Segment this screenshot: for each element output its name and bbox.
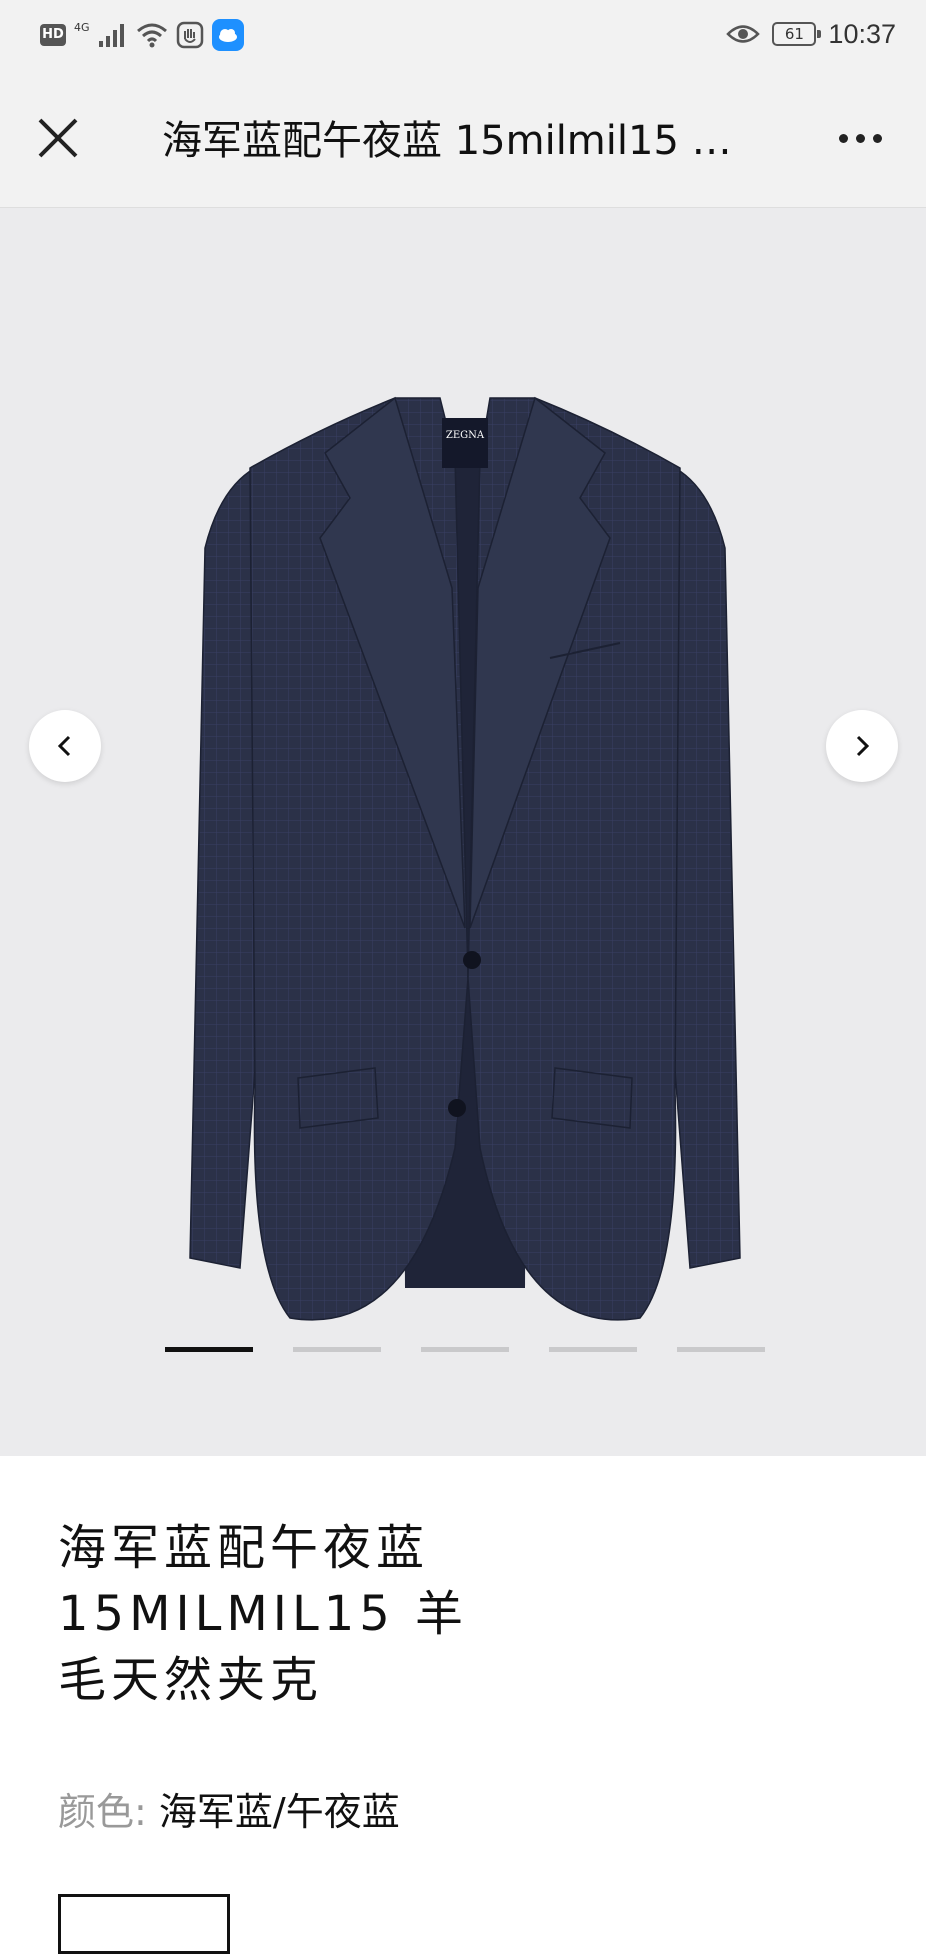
color-value: 海军蓝/午夜蓝 (158, 1790, 400, 1834)
status-left: HD 4G (40, 18, 244, 52)
weather-icon (211, 19, 244, 51)
next-image-button[interactable] (826, 710, 898, 782)
product-image: ZEGNA (189, 396, 741, 1321)
chevron-right-icon (856, 735, 870, 757)
color-label: 颜色: (58, 1790, 147, 1834)
pagination-dot-4[interactable] (549, 1347, 637, 1352)
wifi-icon (136, 22, 168, 48)
battery-level: 61 (784, 25, 804, 43)
signal-icon (98, 23, 128, 47)
product-title: 海军蓝配午夜蓝 15MILMIL15 羊 毛天然夹克 (58, 1515, 618, 1713)
product-title-line: 毛天然夹克 (58, 1652, 324, 1708)
prev-image-button[interactable] (29, 710, 101, 782)
chevron-left-icon (57, 735, 71, 757)
nav-bar: 海军蓝配午夜蓝 15milmil15 羊毛天然夹克 (0, 70, 926, 208)
pagination-dot-3[interactable] (421, 1347, 509, 1352)
product-title-line: 15MILMIL15 羊 (58, 1586, 469, 1642)
clock: 10:37 (828, 18, 896, 49)
more-icon (838, 133, 882, 143)
pagination-dot-5[interactable] (677, 1347, 765, 1352)
color-swatch[interactable] (58, 1894, 230, 1954)
status-bar: HD 4G 61 10:37 (0, 0, 926, 70)
page-title: 海军蓝配午夜蓝 15milmil15 羊毛天然夹克 (162, 118, 752, 164)
brand-label: ZEGNA (446, 430, 485, 441)
color-row: 颜色: 海军蓝/午夜蓝 (58, 1788, 400, 1836)
pagination-dot-2[interactable] (293, 1347, 381, 1352)
pagination-dot-1[interactable] (165, 1347, 253, 1352)
product-title-line: 海军蓝配午夜蓝 (58, 1520, 430, 1576)
image-gallery[interactable]: ZEGNA (0, 208, 926, 1456)
network-type: 4G (74, 20, 90, 34)
status-right: 61 10:37 (726, 14, 896, 54)
eye-icon (726, 23, 761, 45)
more-button[interactable] (830, 120, 890, 156)
gallery-pagination (165, 1347, 765, 1352)
hand-icon (176, 21, 204, 49)
close-button[interactable] (30, 110, 86, 166)
close-icon (38, 118, 78, 158)
battery-icon: 61 (772, 22, 822, 46)
hd-badge: HD (40, 24, 66, 46)
